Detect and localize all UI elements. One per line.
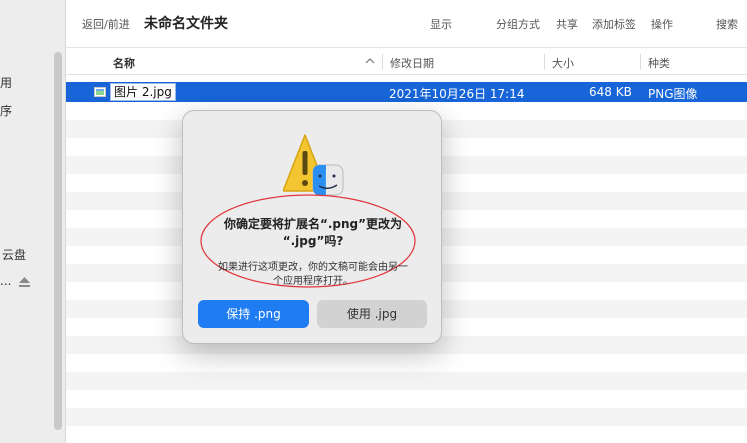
action-button[interactable]: 操作: [651, 16, 673, 32]
column-separator: [382, 54, 383, 70]
column-date[interactable]: 修改日期: [390, 55, 434, 71]
filename-edit-field[interactable]: 图片 2.jpg: [110, 83, 176, 101]
sidebar-item-cloud-drive[interactable]: 云盘: [2, 246, 26, 263]
sidebar-scrollbar[interactable]: [54, 52, 62, 430]
dialog-title-line1: 你确定要将扩展名“.png”更改为: [223, 217, 403, 231]
extension-change-dialog: 你确定要将扩展名“.png”更改为 “.jpg”吗? 如果进行这项更改，你的文稿…: [182, 110, 442, 344]
file-date: 2021年10月26日 17:14: [389, 87, 525, 101]
column-separator: [640, 54, 641, 70]
file-size: 648 KB: [589, 85, 632, 99]
share-button[interactable]: 共享: [556, 16, 578, 32]
dialog-message-line2: 个应用程序打开。: [273, 276, 353, 287]
use-jpg-button[interactable]: 使用 .jpg: [317, 300, 427, 328]
dialog-message-line1: 如果进行这项更改，你的文稿可能会由另一: [218, 262, 408, 273]
column-kind[interactable]: 种类: [648, 55, 670, 71]
back-forward-button[interactable]: 返回/前进: [82, 16, 130, 32]
sidebar-item-programs[interactable]: 序: [0, 102, 12, 119]
column-separator: [544, 54, 545, 70]
keep-png-button[interactable]: 保持 .png: [198, 300, 309, 328]
table-row-selected[interactable]: 图片 2.jpg 2021年10月26日 17:14 648 KB PNG图像: [66, 82, 747, 102]
search-button[interactable]: 搜索: [716, 16, 738, 32]
image-file-icon: [94, 87, 106, 97]
empty-row: [66, 408, 747, 426]
add-tags-button[interactable]: 添加标签: [592, 16, 636, 32]
chevron-up-icon: [365, 58, 375, 64]
empty-row: [66, 372, 747, 390]
toolbar: 返回/前进 未命名文件夹 显示 分组方式 共享 添加标签 操作 搜索: [66, 0, 747, 48]
window-title: 未命名文件夹: [144, 16, 228, 32]
warning-finder-icon: [283, 134, 344, 196]
column-size[interactable]: 大小: [552, 55, 574, 71]
dialog-title-line2: “.jpg”吗?: [282, 234, 344, 248]
eject-icon[interactable]: [19, 277, 30, 287]
group-button[interactable]: 分组方式: [496, 16, 540, 32]
view-button[interactable]: 显示: [430, 16, 452, 32]
file-kind: PNG图像: [648, 87, 698, 101]
column-name[interactable]: 名称: [113, 55, 135, 71]
sidebar: 用 序 云盘 ...: [0, 0, 66, 443]
column-header: 名称 修改日期 大小 种类: [66, 49, 747, 75]
sidebar-item-volume[interactable]: ...: [0, 274, 11, 288]
sidebar-item-applications[interactable]: 用: [0, 74, 12, 91]
